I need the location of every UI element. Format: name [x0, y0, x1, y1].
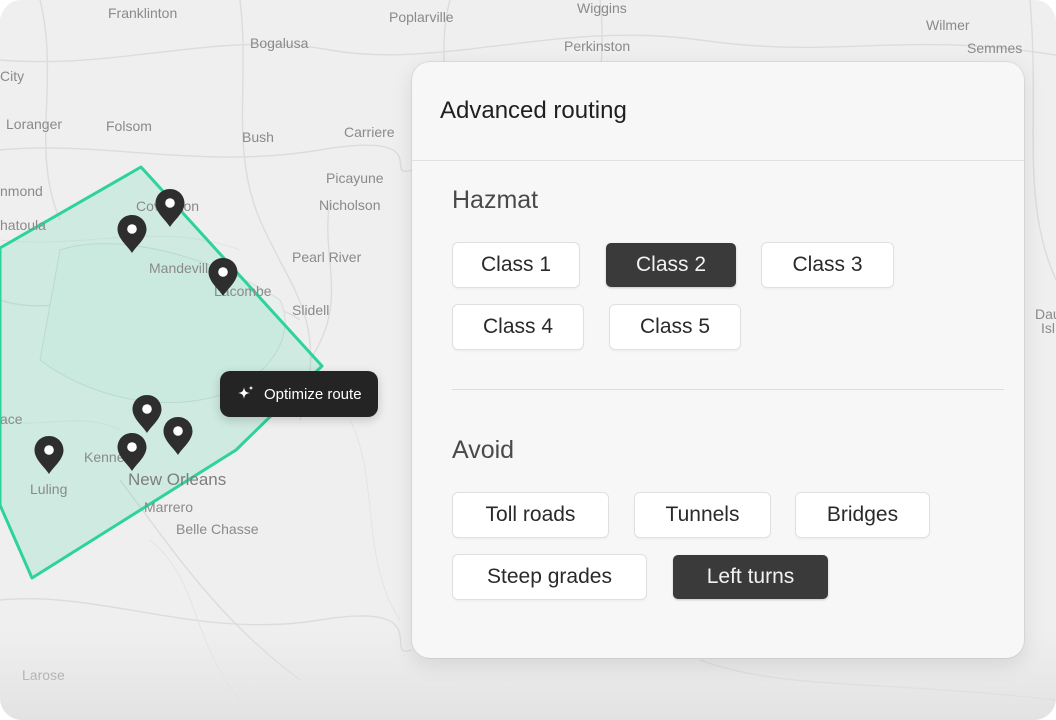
map-pin-icon[interactable]	[207, 257, 239, 297]
map-pin-icon[interactable]	[131, 394, 163, 434]
map-label: Wilmer	[926, 17, 970, 33]
hazmat-chip-class-3[interactable]: Class 3	[762, 243, 893, 287]
map-label-city: New Orleans	[128, 470, 227, 489]
map-label: Marrero	[144, 499, 194, 515]
map-label: Wiggins	[577, 0, 627, 16]
map-label: Semmes	[967, 40, 1023, 56]
advanced-routing-panel: Advanced routing Hazmat Class 1 Class 2 …	[412, 62, 1024, 658]
map-pin-icon[interactable]	[116, 214, 148, 254]
section-title: Avoid	[452, 436, 515, 464]
map-label: nmond	[0, 183, 43, 199]
map-pin-icon[interactable]	[154, 188, 186, 228]
map-label: Loranger	[6, 116, 63, 132]
map-label: hatoula	[0, 217, 46, 233]
map-label: Poplarville	[389, 9, 454, 25]
map-label: Franklinton	[108, 5, 178, 21]
section-title: Hazmat	[452, 186, 539, 214]
map-label: Bogalusa	[250, 35, 309, 51]
hazmat-chip-class-4[interactable]: Class 4	[453, 305, 583, 349]
panel-header: Advanced routing	[412, 62, 1024, 161]
map-pin-icon[interactable]	[33, 435, 65, 475]
map-label: Bush	[242, 129, 274, 145]
map-label: Pearl River	[292, 249, 362, 265]
avoid-chip-tunnels[interactable]: Tunnels	[635, 493, 770, 537]
avoid-chip-toll-roads[interactable]: Toll roads	[453, 493, 608, 537]
map-label: Perkinston	[564, 38, 631, 54]
hazmat-chip-class-5[interactable]: Class 5	[610, 305, 740, 349]
section-divider	[452, 389, 1004, 390]
avoid-section-title: Avoid	[452, 436, 1004, 465]
map-label: City	[0, 68, 25, 84]
map-label: Larose	[22, 667, 65, 683]
map-label: Folsom	[106, 118, 152, 134]
avoid-chip-bridges[interactable]: Bridges	[796, 493, 929, 537]
panel-title: Advanced routing	[440, 97, 627, 124]
map-label: Mandeville	[149, 260, 216, 276]
map-label: ace	[0, 411, 23, 427]
map-label: Slidell	[292, 302, 330, 318]
app-frame: Franklinton Poplarville Wiggins Wilmer S…	[0, 0, 1056, 720]
map-label: Carriere	[344, 124, 395, 140]
map-label: Nicholson	[319, 197, 381, 213]
avoid-chip-steep-grades[interactable]: Steep grades	[453, 555, 646, 599]
map-pin-icon[interactable]	[162, 416, 194, 456]
sparkle-icon	[238, 385, 254, 399]
hazmat-chip-class-2[interactable]: Class 2	[606, 243, 736, 287]
optimize-route-label: Optimize route	[264, 385, 362, 403]
hazmat-section-title: Hazmat	[452, 186, 1004, 215]
optimize-route-button[interactable]: Optimize route	[220, 371, 378, 417]
map-label: Picayune	[326, 170, 384, 186]
map-label: Belle Chasse	[176, 521, 259, 537]
avoid-chip-left-turns[interactable]: Left turns	[673, 555, 828, 599]
map-pin-icon[interactable]	[116, 432, 148, 472]
map-label: Luling	[30, 481, 68, 497]
map-label: Isl	[1041, 320, 1055, 336]
hazmat-chip-class-1[interactable]: Class 1	[453, 243, 579, 287]
